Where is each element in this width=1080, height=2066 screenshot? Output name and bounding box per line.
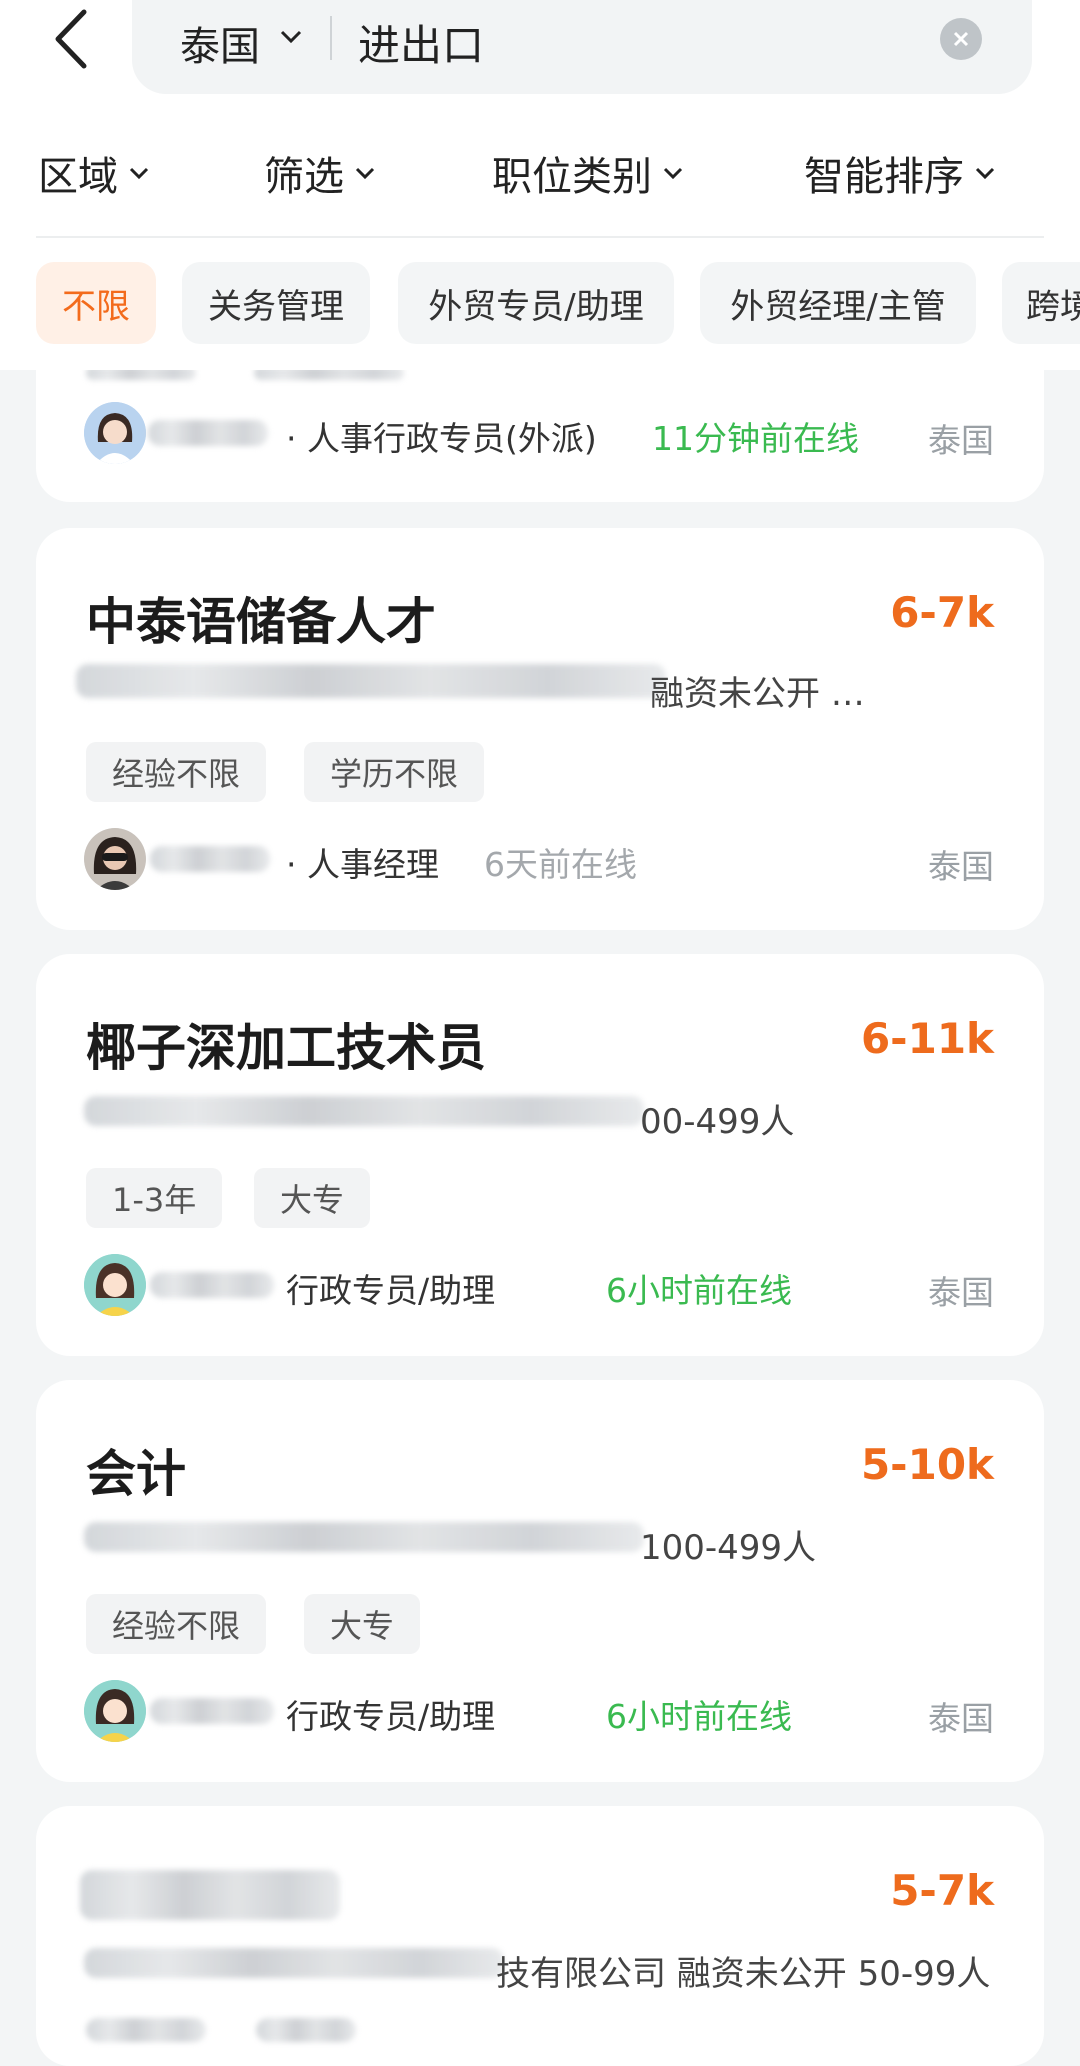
divider — [36, 236, 1044, 238]
filter-region[interactable]: 区域 — [38, 140, 150, 206]
filter-sort[interactable]: 智能排序 — [804, 140, 996, 206]
chevron-down-icon — [975, 167, 995, 180]
chip-customs[interactable]: 关务管理 — [182, 262, 370, 344]
job-location: 泰国 — [928, 1273, 994, 1312]
company-info: 100-499人 — [640, 1528, 817, 1568]
job-salary: 6-7k — [890, 588, 994, 637]
recruiter-title: · 人事行政专员(外派) — [286, 419, 597, 458]
city-selector[interactable]: 泰国 — [180, 14, 260, 72]
job-salary: 5-10k — [860, 1440, 994, 1489]
back-icon[interactable] — [52, 8, 92, 70]
online-status: 11分钟前在线 — [652, 419, 859, 458]
online-status: 6小时前在线 — [606, 1271, 792, 1310]
online-status: 6小时前在线 — [606, 1697, 792, 1736]
redacted-company — [76, 664, 666, 698]
category-chips: 不限 关务管理 外贸专员/助理 外贸经理/主管 跨境 — [0, 262, 1080, 346]
job-tag: 大专 — [254, 1168, 371, 1228]
filter-label: 职位类别 — [492, 154, 652, 200]
avatar — [84, 1680, 146, 1742]
divider — [330, 16, 332, 60]
chip-trade-specialist[interactable]: 外贸专员/助理 — [398, 262, 674, 344]
chevron-down-icon — [663, 167, 683, 180]
filter-screen[interactable]: 筛选 — [264, 140, 376, 206]
company-info: 技有限公司 融资未公开 50-99人 — [496, 1954, 991, 1994]
job-title: 会计 — [86, 1445, 186, 1503]
search-input[interactable]: 进出口 — [358, 12, 484, 73]
filter-label: 区域 — [38, 154, 118, 200]
chip-all[interactable]: 不限 — [36, 262, 156, 344]
job-tag: 1-3年 — [86, 1168, 223, 1228]
online-status: 6天前在线 — [484, 845, 637, 884]
recruiter-title: · 人事经理 — [286, 845, 439, 884]
company-info: 00-499人 — [640, 1102, 795, 1142]
redacted-text — [86, 2018, 206, 2042]
job-title: 椰子深加工技术员 — [86, 1019, 486, 1077]
filter-bar: 区域 筛选 职位类别 智能排序 — [0, 140, 1080, 206]
redacted-name — [150, 846, 270, 872]
job-card[interactable]: 中泰语储备人才 6-7k 融资未公开 … 经验不限 学历不限 · 人事经理 6天… — [36, 528, 1044, 930]
avatar — [84, 828, 146, 890]
recruiter-title: 行政专员/助理 — [286, 1697, 496, 1736]
job-tag: 学历不限 — [304, 742, 485, 802]
chip-trade-manager[interactable]: 外贸经理/主管 — [700, 262, 976, 344]
redacted-company — [84, 1522, 644, 1552]
job-tag: 经验不限 — [86, 1594, 267, 1654]
redacted-company — [84, 1096, 644, 1126]
avatar — [84, 1254, 146, 1316]
job-location: 泰国 — [928, 421, 994, 460]
job-tag: 大专 — [304, 1594, 421, 1654]
chip-cross-border[interactable]: 跨境 — [1002, 262, 1080, 344]
redacted-name — [150, 1272, 274, 1298]
redacted-title — [80, 1870, 340, 1920]
redacted-name — [148, 420, 268, 446]
clear-icon[interactable] — [940, 18, 982, 60]
job-title: 中泰语储备人才 — [86, 593, 436, 651]
job-salary: 5-7k — [890, 1866, 994, 1915]
job-tag: 经验不限 — [86, 742, 267, 802]
avatar — [84, 402, 146, 464]
job-card[interactable]: 椰子深加工技术员 6-11k 00-499人 1-3年 大专 行政专员/助理 6… — [36, 954, 1044, 1356]
company-info: 融资未公开 … — [650, 674, 865, 714]
chevron-down-icon — [280, 30, 302, 44]
search-bar[interactable]: 泰国 进出口 — [132, 0, 1032, 94]
redacted-company — [84, 1948, 504, 1978]
filter-label: 筛选 — [264, 154, 344, 200]
job-location: 泰国 — [928, 847, 994, 886]
filter-label: 智能排序 — [804, 154, 964, 200]
job-card[interactable]: 5-7k 技有限公司 融资未公开 50-99人 — [36, 1806, 1044, 2066]
chevron-down-icon — [355, 167, 375, 180]
job-salary: 6-11k — [860, 1014, 994, 1063]
job-card[interactable]: 会计 5-10k 100-499人 经验不限 大专 行政专员/助理 6小时前在线… — [36, 1380, 1044, 1782]
filter-job-category[interactable]: 职位类别 — [492, 140, 684, 206]
redacted-name — [150, 1698, 274, 1724]
recruiter-title: 行政专员/助理 — [286, 1271, 496, 1310]
redacted-text — [256, 2018, 356, 2042]
chevron-down-icon — [129, 167, 149, 180]
job-location: 泰国 — [928, 1699, 994, 1738]
top-header: 泰国 进出口 区域 筛选 职位类别 智能排序 不限 关务管理 外贸专员/助理 外… — [0, 0, 1080, 370]
